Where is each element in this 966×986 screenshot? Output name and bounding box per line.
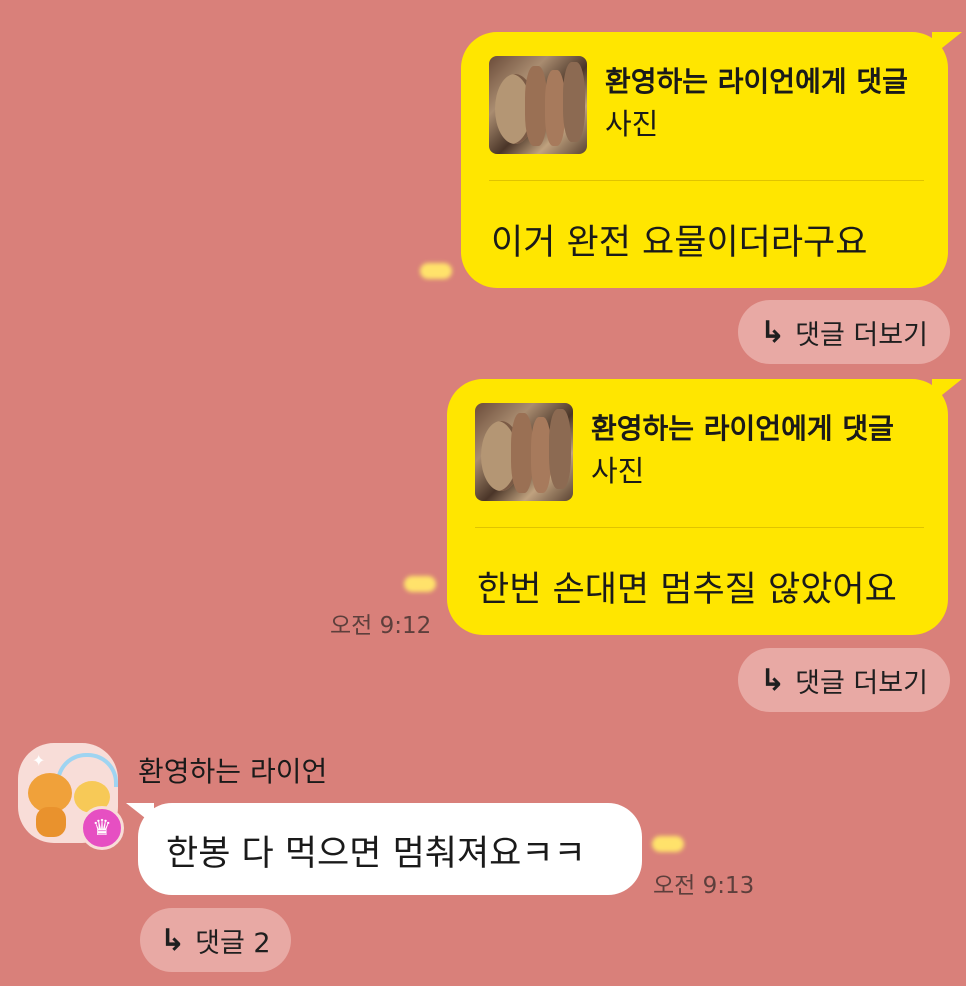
crown-icon: ♛ [80,806,124,850]
message-timestamp: 오전 9:12 [330,613,432,639]
bubble-tail [932,32,962,56]
bubble-tail [126,803,154,825]
outgoing-message-2[interactable]: 환영하는 라이언에게 댓글 사진 한번 손대면 멈추질 않았어요 [447,379,962,635]
incoming-message[interactable]: 한봉 다 먹으면 멈춰져요ㅋㅋ [126,803,642,895]
unread-indicator [420,263,452,279]
photo-thumbnail[interactable] [489,56,587,154]
view-more-comments-button[interactable]: ↳ 댓글 더보기 [738,300,950,364]
view-more-label: 댓글 더보기 [795,319,928,351]
message-text: 한봉 다 먹으면 멈춰져요ㅋㅋ [166,834,586,874]
unread-indicator [652,836,684,852]
message-text: 이거 완전 요물이더라구요 [491,223,868,263]
view-more-comments-button[interactable]: ↳ 댓글 더보기 [738,648,950,712]
reply-target-label: 환영하는 라이언에게 댓글 [605,65,908,98]
comments-button[interactable]: ↳ 댓글 2 [140,908,291,972]
comments-label: 댓글 2 [195,927,271,959]
reply-divider [475,527,924,528]
outgoing-message-1[interactable]: 환영하는 라이언에게 댓글 사진 이거 완전 요물이더라구요 [461,32,962,288]
reply-arrow-icon: ↳ [760,314,786,350]
message-text: 한번 손대면 멈추질 않았어요 [477,570,897,610]
bubble-tail [932,379,962,403]
message-timestamp: 오전 9:13 [653,873,755,899]
reply-preview[interactable]: 환영하는 라이언에게 댓글 사진 [489,56,908,154]
reply-arrow-icon: ↳ [760,662,786,698]
reply-arrow-icon: ↳ [160,922,186,958]
photo-thumbnail[interactable] [475,403,573,501]
reply-divider [489,180,924,181]
reply-preview[interactable]: 환영하는 라이언에게 댓글 사진 [475,403,894,501]
unread-indicator [404,576,436,592]
reply-type-label: 사진 [605,107,659,141]
reply-target-label: 환영하는 라이언에게 댓글 [591,412,894,445]
view-more-label: 댓글 더보기 [795,667,928,699]
sender-name[interactable]: 환영하는 라이언 [138,750,327,790]
reply-type-label: 사진 [591,454,645,488]
